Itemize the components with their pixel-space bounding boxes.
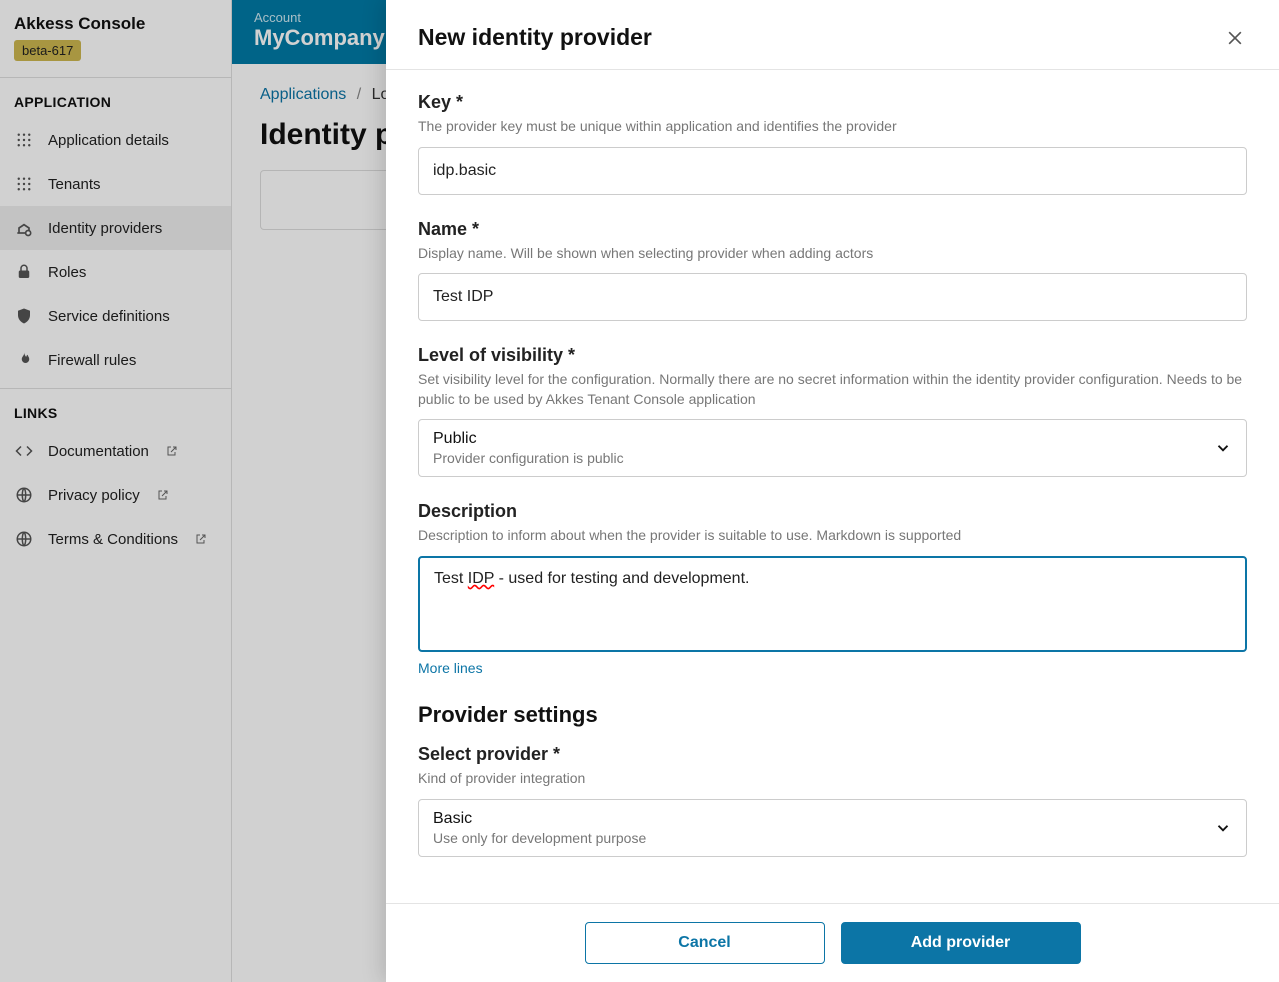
visibility-value: Public [433, 430, 624, 448]
field-select-provider-label: Select provider * [418, 744, 1247, 765]
field-visibility-help: Set visibility level for the configurati… [418, 370, 1247, 409]
field-name: Name * Display name. Will be shown when … [418, 219, 1247, 322]
description-textarea[interactable]: Test IDP - used for testing and developm… [418, 556, 1247, 652]
add-provider-button[interactable]: Add provider [841, 922, 1081, 964]
close-button[interactable] [1223, 26, 1247, 50]
chevron-down-icon [1214, 439, 1232, 457]
chevron-down-icon [1214, 819, 1232, 837]
provider-sub: Use only for development purpose [433, 830, 646, 846]
close-icon [1225, 28, 1245, 48]
field-key: Key * The provider key must be unique wi… [418, 92, 1247, 195]
field-select-provider: Select provider * Kind of provider integ… [418, 744, 1247, 857]
modal-footer: Cancel Add provider [386, 903, 1279, 982]
field-visibility: Level of visibility * Set visibility lev… [418, 345, 1247, 477]
provider-value: Basic [433, 810, 646, 828]
field-visibility-label: Level of visibility * [418, 345, 1247, 366]
field-description-label: Description [418, 501, 1247, 522]
cancel-button[interactable]: Cancel [585, 922, 825, 964]
name-input[interactable] [418, 273, 1247, 321]
visibility-sub: Provider configuration is public [433, 450, 624, 466]
field-description-help: Description to inform about when the pro… [418, 526, 1247, 546]
new-idp-modal: New identity provider Key * The provider… [386, 0, 1279, 982]
visibility-select[interactable]: Public Provider configuration is public [418, 419, 1247, 477]
field-key-help: The provider key must be unique within a… [418, 117, 1247, 137]
more-lines-link[interactable]: More lines [418, 660, 483, 676]
modal-title: New identity provider [418, 24, 652, 51]
key-input[interactable] [418, 147, 1247, 195]
field-select-provider-help: Kind of provider integration [418, 769, 1247, 789]
field-name-label: Name * [418, 219, 1247, 240]
field-description: Description Description to inform about … [418, 501, 1247, 678]
provider-settings-heading: Provider settings [418, 702, 1247, 728]
field-key-label: Key * [418, 92, 1247, 113]
field-name-help: Display name. Will be shown when selecti… [418, 244, 1247, 264]
provider-select[interactable]: Basic Use only for development purpose [418, 799, 1247, 857]
